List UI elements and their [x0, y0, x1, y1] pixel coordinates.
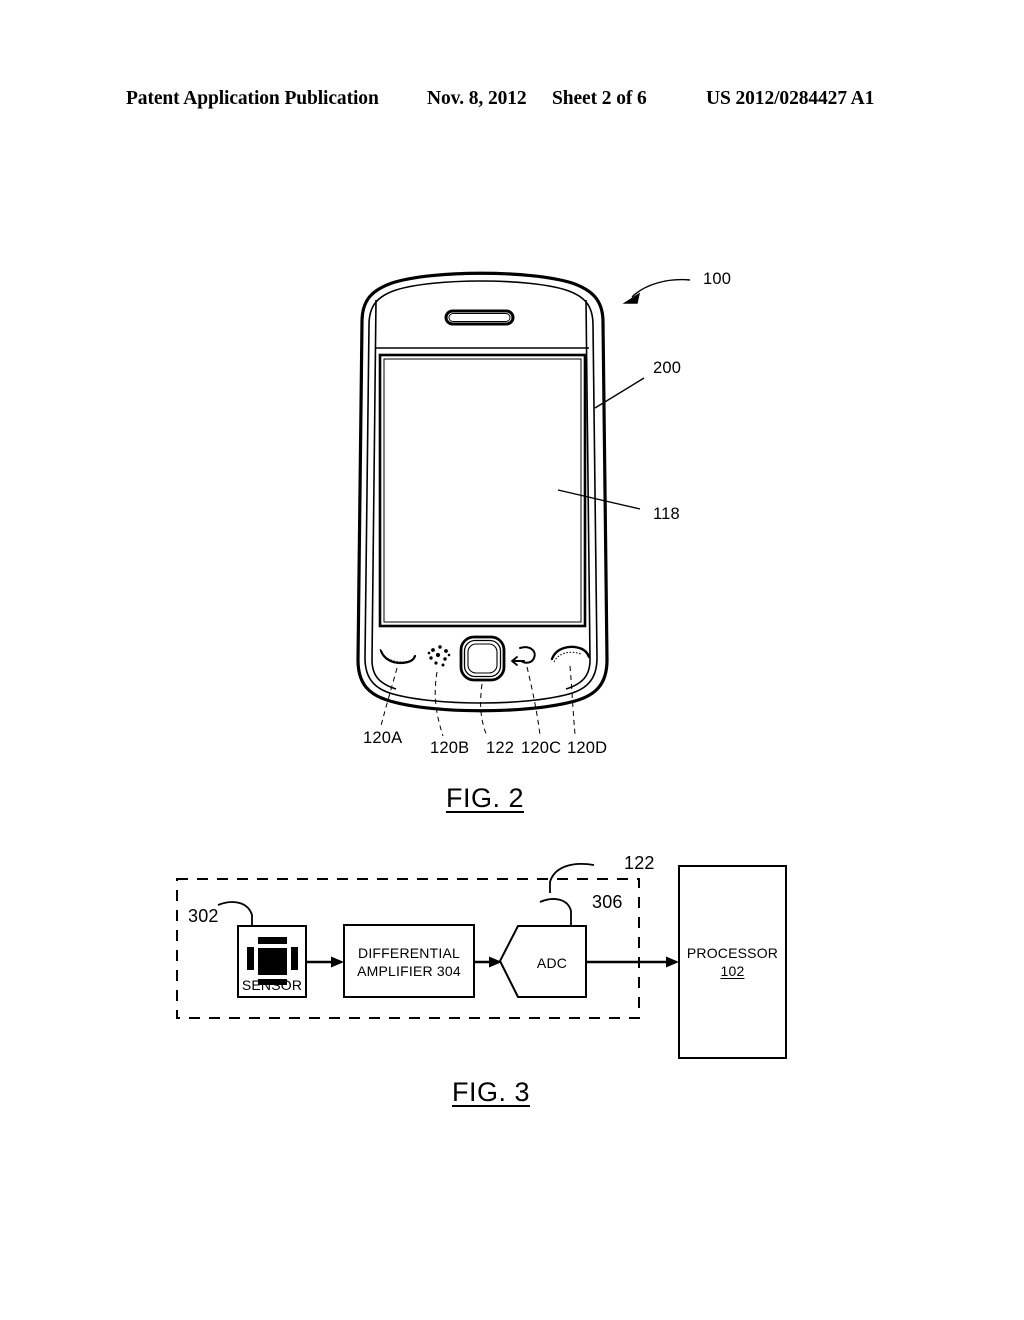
ref-306: 306: [592, 892, 623, 912]
processor-label: PROCESSOR 102: [679, 944, 786, 981]
adc-label: ADC: [536, 955, 568, 971]
figure-3-caption: FIG. 3: [452, 1077, 531, 1107]
differential-amplifier-label-line2: AMPLIFIER 304: [357, 963, 461, 980]
drawing-sheet: Patent Application Publication Nov. 8, 2…: [0, 0, 1024, 1320]
figure-3-drawing: [176, 863, 787, 1059]
processor-label-line2: 102: [720, 963, 745, 980]
processor-label-line1: PROCESSOR: [686, 945, 779, 961]
leader-302: [217, 901, 253, 926]
differential-amplifier-label: DIFFERENTIAL AMPLIFIER 304: [344, 944, 474, 981]
sensor-label: SENSOR: [241, 977, 303, 993]
ref-302: 302: [188, 906, 219, 926]
ref-122-fig3: 122: [624, 853, 655, 873]
leader-306: [539, 898, 572, 926]
differential-amplifier-label-line1: DIFFERENTIAL: [358, 945, 460, 961]
